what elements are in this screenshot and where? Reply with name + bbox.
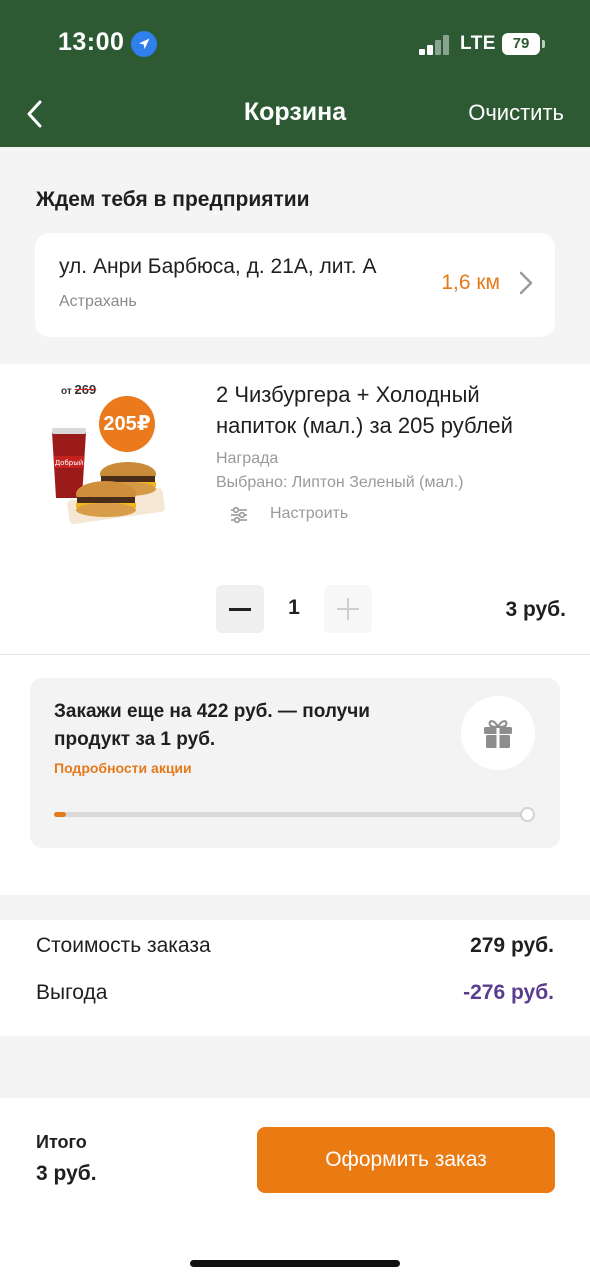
product-tag: Награда bbox=[216, 450, 279, 467]
order-summary: Стоимость заказа 279 руб. Выгода -276 ру… bbox=[0, 920, 590, 1036]
product-selected-option: Выбрано: Липтон Зеленый (мал.) bbox=[216, 474, 464, 491]
status-bar: 13:00 LTE 79 bbox=[0, 0, 590, 88]
product-image: Добрый от 269 205₽ bbox=[46, 378, 174, 528]
promo-section: Закажи еще на 422 руб. — получи продукт … bbox=[0, 655, 590, 895]
cart-item: Добрый от 269 205₽ 2 Чизбургера + Холодн… bbox=[0, 364, 590, 654]
checkout-bar: Итого 3 руб. Оформить заказ bbox=[0, 1098, 590, 1280]
pickup-heading: Ждем тебя в предприятии bbox=[36, 188, 310, 211]
decrease-quantity-button[interactable] bbox=[216, 585, 264, 633]
app-header: 13:00 LTE 79 Корзина Очистить bbox=[0, 0, 590, 147]
restaurant-distance: 1,6 км bbox=[441, 271, 500, 294]
customize-label: Настроить bbox=[270, 505, 349, 522]
nav-bar: Корзина Очистить bbox=[0, 88, 590, 140]
clear-cart-button[interactable]: Очистить bbox=[468, 100, 564, 126]
restaurant-address-card[interactable]: ул. Анри Барбюса, д. 21А, лит. А Астраха… bbox=[35, 233, 555, 337]
summary-row-discount: Выгода -276 руб. bbox=[36, 981, 554, 1011]
discount-label: Выгода bbox=[36, 981, 108, 1004]
quantity-value: 1 bbox=[288, 596, 300, 619]
order-cost-label: Стоимость заказа bbox=[36, 934, 211, 957]
svg-text:Добрый: Добрый bbox=[55, 459, 84, 467]
item-price: 3 руб. bbox=[505, 598, 566, 621]
restaurant-city: Астрахань bbox=[59, 293, 137, 310]
battery-level: 79 bbox=[502, 33, 540, 55]
home-indicator bbox=[190, 1260, 400, 1267]
discount-value: -276 руб. bbox=[463, 981, 554, 1004]
product-name: 2 Чизбургера + Холодный напиток (мал.) з… bbox=[216, 382, 513, 438]
gift-button[interactable] bbox=[461, 696, 535, 770]
gift-icon bbox=[480, 715, 516, 751]
increase-quantity-button[interactable] bbox=[324, 585, 372, 633]
restaurant-address: ул. Анри Барбюса, д. 21А, лит. А bbox=[59, 255, 377, 278]
promo-text: Закажи еще на 422 руб. — получи продукт … bbox=[54, 701, 370, 750]
location-arrow-icon bbox=[131, 31, 157, 57]
image-price-badge: 205₽ bbox=[99, 396, 155, 452]
sliders-icon bbox=[230, 506, 248, 524]
promo-card: Закажи еще на 422 руб. — получи продукт … bbox=[30, 678, 560, 848]
signal-bars-icon bbox=[419, 35, 451, 55]
promo-progress-bar bbox=[54, 812, 528, 817]
status-time: 13:00 bbox=[58, 28, 125, 56]
promo-progress-fill bbox=[54, 812, 66, 817]
checkout-button[interactable]: Оформить заказ bbox=[257, 1127, 555, 1193]
total-value: 3 руб. bbox=[36, 1162, 97, 1185]
pickup-section: Ждем тебя в предприятии ул. Анри Барбюса… bbox=[0, 147, 590, 364]
network-type: LTE bbox=[460, 33, 496, 54]
order-cost-value: 279 руб. bbox=[470, 934, 554, 957]
image-old-price-value: 269 bbox=[74, 382, 97, 397]
summary-row-cost: Стоимость заказа 279 руб. bbox=[36, 934, 554, 964]
battery-tip bbox=[542, 40, 545, 48]
image-old-price: от 269 bbox=[61, 382, 96, 397]
total-label: Итого bbox=[36, 1132, 87, 1152]
chevron-right-icon bbox=[517, 270, 535, 296]
image-old-price-prefix: от bbox=[61, 386, 72, 397]
progress-end-marker bbox=[520, 807, 535, 822]
promo-details-link[interactable]: Подробности акции bbox=[54, 760, 192, 776]
